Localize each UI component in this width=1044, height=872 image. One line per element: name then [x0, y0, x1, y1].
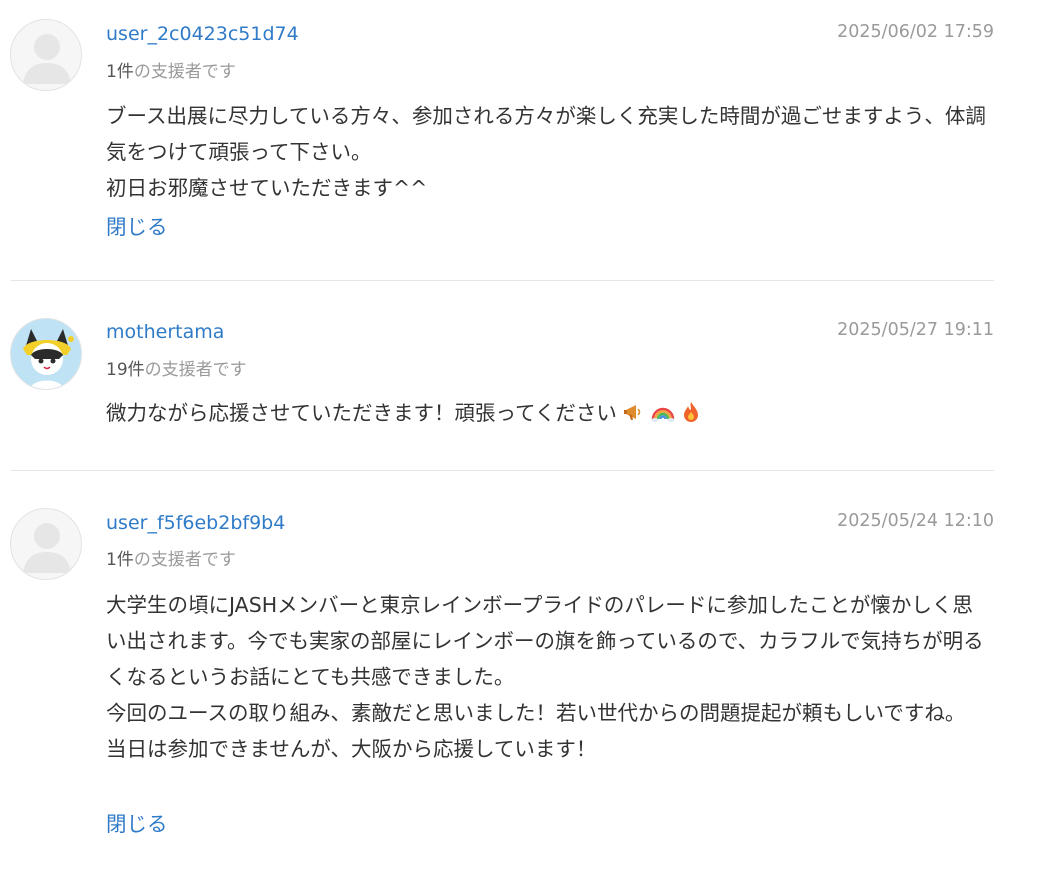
- comment-item: user_2c0423c51d74 2025/06/02 17:59 1件の支援…: [0, 0, 1044, 280]
- comment-paragraph: 当日は参加できませんが、大阪から応援しています！: [106, 737, 597, 761]
- supporter-count-label: の支援者です: [133, 550, 236, 570]
- comment-paragraph: ブース出展に尽力している方々、参加される方々が楽しく充実した時間が過ごせますよう…: [106, 104, 986, 164]
- username-link[interactable]: user_2c0423c51d74: [106, 23, 299, 45]
- username-link[interactable]: user_f5f6eb2bf9b4: [106, 512, 285, 534]
- default-user-icon[interactable]: [10, 508, 82, 580]
- close-link[interactable]: 閉じる: [106, 210, 168, 240]
- comment-paragraph: 初日お邪魔させていただきます^^: [106, 176, 428, 200]
- comment-body: 微力ながら応援させていただきます！頑張ってください: [106, 395, 992, 434]
- supporter-count-number: 19件: [106, 360, 145, 380]
- comment-body: ブース出展に尽力している方々、参加される方々が楽しく充実した時間が過ごせますよう…: [106, 98, 992, 206]
- comment-body: 大学生の頃にJASHメンバーと東京レインボープライドのパレードに参加したことが懐…: [106, 587, 992, 767]
- username-link[interactable]: mothertama: [106, 321, 224, 343]
- comment-list: user_2c0423c51d74 2025/06/02 17:59 1件の支援…: [0, 0, 1044, 872]
- character-avatar[interactable]: [10, 318, 82, 390]
- fire-icon: [681, 398, 701, 434]
- megaphone-icon: [623, 398, 645, 434]
- comment-date: 2025/05/27 19:11: [837, 320, 994, 340]
- comment-item: user_f5f6eb2bf9b4 2025/05/24 12:10 1件の支援…: [0, 471, 1044, 871]
- supporter-count-number: 1件: [106, 550, 134, 570]
- rainbow-icon: [651, 398, 675, 434]
- comment-item: mothertama 2025/05/27 19:11 19件の支援者です 微力…: [0, 281, 1044, 469]
- comment-text: 微力ながら応援させていただきます！頑張ってください: [106, 401, 617, 425]
- close-link[interactable]: 閉じる: [106, 807, 168, 837]
- comment-paragraph: 今回のユースの取り組み、素敵だと思いました！若い世代からの問題提起が頼もしいです…: [106, 701, 966, 725]
- default-user-icon[interactable]: [10, 19, 82, 91]
- supporter-count-number: 1件: [106, 62, 134, 82]
- comment-date: 2025/06/02 17:59: [837, 22, 994, 42]
- supporter-count-label: の支援者です: [133, 62, 236, 82]
- comment-paragraph: 大学生の頃にJASHメンバーと東京レインボープライドのパレードに参加したことが懐…: [106, 593, 984, 689]
- comment-date: 2025/05/24 12:10: [837, 511, 994, 531]
- supporter-count-label: の支援者です: [144, 360, 247, 380]
- supporter-count: 1件の支援者です: [106, 545, 236, 570]
- supporter-count: 19件の支援者です: [106, 355, 247, 380]
- comment-paragraph: 微力ながら応援させていただきます！頑張ってください: [106, 395, 992, 434]
- supporter-count: 1件の支援者です: [106, 57, 236, 82]
